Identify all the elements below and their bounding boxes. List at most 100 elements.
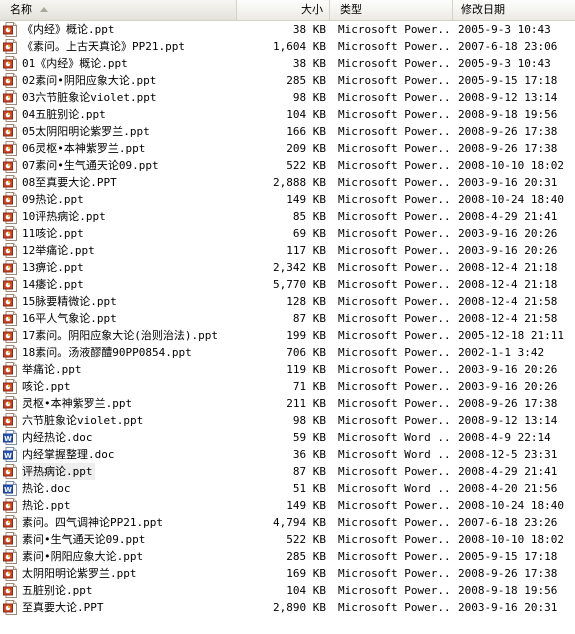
file-row[interactable]: 灵枢•本神紫罗兰.ppt 211 KB Microsoft Power... 2008… — [0, 395, 575, 412]
file-row[interactable]: 12举痛论.ppt 117 KB Microsoft Power... 2003-9-… — [0, 242, 575, 259]
file-row[interactable]: 太阴阳明论紫罗兰.ppt 169 KB Microsoft Power... 2008… — [0, 565, 575, 582]
file-modified-date: 2008-4-20 21:56 — [458, 482, 558, 495]
file-name-cell[interactable]: 咳论.ppt — [3, 378, 237, 395]
powerpoint-file-icon — [3, 498, 17, 513]
file-row[interactable]: 08至真要大论.PPT 2,888 KB Microsoft Power... 200… — [0, 174, 575, 191]
file-row[interactable]: 热论.ppt 149 KB Microsoft Power... 2008-10-24… — [0, 497, 575, 514]
file-name-cell[interactable]: W 热论.doc — [3, 480, 237, 497]
file-modified-date: 2008-12-4 21:58 — [458, 295, 558, 308]
file-row[interactable]: 《内经》概论.ppt 38 KB Microsoft Power... 2005-9-… — [0, 21, 575, 38]
file-name-cell[interactable]: 12举痛论.ppt — [3, 242, 237, 259]
sort-ascending-icon — [40, 7, 48, 12]
file-name-cell[interactable]: 灵枢•本神紫罗兰.ppt — [3, 395, 237, 412]
file-name-cell[interactable]: 06灵枢•本神紫罗兰.ppt — [3, 140, 237, 157]
file-row[interactable]: 咳论.ppt 71 KB Microsoft Power... 2003-9-16 2… — [0, 378, 575, 395]
powerpoint-file-icon — [3, 311, 17, 326]
file-type: Microsoft Power... — [338, 193, 453, 206]
file-name-cell[interactable]: 16平人气象论.ppt — [3, 310, 237, 327]
file-name-cell[interactable]: W 内经掌握整理.doc — [3, 446, 237, 463]
file-row[interactable]: 至真要大论.PPT 2,890 KB Microsoft Power... 2003-… — [0, 599, 575, 616]
file-name-cell[interactable]: 13痹论.ppt — [3, 259, 237, 276]
file-row[interactable]: 02素问•阴阳应象大论.ppt 285 KB Microsoft Power... 2… — [0, 72, 575, 89]
file-name-cell[interactable]: 02素问•阴阳应象大论.ppt — [3, 72, 237, 89]
column-header-name[interactable]: 名称 — [0, 0, 237, 20]
file-size: 104 KB — [286, 584, 326, 597]
file-type: Microsoft Power... — [338, 159, 453, 172]
file-name-cell[interactable]: 举痛论.ppt — [3, 361, 237, 378]
file-row[interactable]: 素问•生气通天论09.ppt 522 KB Microsoft Power... 20… — [0, 531, 575, 548]
file-name-cell[interactable]: 14痿论.ppt — [3, 276, 237, 293]
file-row[interactable]: 16平人气象论.ppt 87 KB Microsoft Power... 2008-1… — [0, 310, 575, 327]
file-name-cell[interactable]: 五脏别论.ppt — [3, 582, 237, 599]
powerpoint-file-icon — [3, 39, 17, 54]
file-name-cell[interactable]: W 内经热论.doc — [3, 429, 237, 446]
file-row[interactable]: 06灵枢•本神紫罗兰.ppt 209 KB Microsoft Power... 20… — [0, 140, 575, 157]
file-row[interactable]: 六节脏象论violet.ppt 98 KB Microsoft Power... 20… — [0, 412, 575, 429]
file-size: 69 KB — [292, 227, 326, 240]
file-name-cell[interactable]: 15脉要精微论.ppt — [3, 293, 237, 310]
file-name-cell[interactable]: 04五脏别论.ppt — [3, 106, 237, 123]
file-name-cell[interactable]: 至真要大论.PPT — [3, 599, 237, 616]
file-name-cell[interactable]: 《内经》概论.ppt — [3, 21, 237, 38]
file-name-cell[interactable]: 03六节脏象论violet.ppt — [3, 89, 237, 106]
powerpoint-file-icon — [3, 566, 17, 581]
file-row[interactable]: W 内经掌握整理.doc 36 KB Microsoft Word ... 2008-1… — [0, 446, 575, 463]
file-name-cell[interactable]: 素问。四气调神论PP21.ppt — [3, 514, 237, 531]
file-name-cell[interactable]: 素问•生气通天论09.ppt — [3, 531, 237, 548]
file-row[interactable]: 举痛论.ppt 119 KB Microsoft Power... 2003-9-16… — [0, 361, 575, 378]
file-row[interactable]: 《素问。上古天真论》PP21.ppt 1,604 KB Microsoft Powe… — [0, 38, 575, 55]
file-name-cell[interactable]: 《素问。上古天真论》PP21.ppt — [3, 38, 237, 55]
file-name-cell[interactable]: 18素问。汤液醪醴90PP0854.ppt — [3, 344, 237, 361]
file-size: 706 KB — [286, 346, 326, 359]
svg-text:W: W — [4, 435, 12, 443]
column-header-date[interactable]: 修改日期 — [453, 0, 575, 20]
file-size: 209 KB — [286, 142, 326, 155]
word-document-icon: W — [3, 481, 17, 496]
file-name-cell[interactable]: 素问•阴阳应象大论.ppt — [3, 548, 237, 565]
file-row[interactable]: 13痹论.ppt 2,342 KB Microsoft Power... 2008-1… — [0, 259, 575, 276]
file-name-cell[interactable]: 11咳论.ppt — [3, 225, 237, 242]
file-name-cell[interactable]: 01《内经》概论.ppt — [3, 55, 237, 72]
file-name-cell[interactable]: 08至真要大论.PPT — [3, 174, 237, 191]
file-row[interactable]: W 热论.doc 51 KB Microsoft Word ... 2008-4-20 … — [0, 480, 575, 497]
file-name: 灵枢•本神紫罗兰.ppt — [22, 397, 133, 410]
file-name-cell[interactable]: 10评热病论.ppt — [3, 208, 237, 225]
file-row[interactable]: 10评热病论.ppt 85 KB Microsoft Power... 2008-4-… — [0, 208, 575, 225]
file-row[interactable]: 15脉要精微论.ppt 128 KB Microsoft Power... 2008-… — [0, 293, 575, 310]
column-header-size[interactable]: 大小 — [237, 0, 330, 20]
file-row[interactable]: 五脏别论.ppt 104 KB Microsoft Power... 2008-9-1… — [0, 582, 575, 599]
column-header-type[interactable]: 类型 — [330, 0, 453, 20]
file-name-cell[interactable]: 六节脏象论violet.ppt — [3, 412, 237, 429]
file-name-cell[interactable]: 09热论.ppt — [3, 191, 237, 208]
file-name-cell[interactable]: 热论.ppt — [3, 497, 237, 514]
file-name-cell[interactable]: 05太阴阳明论紫罗兰.ppt — [3, 123, 237, 140]
file-row[interactable]: W 内经热论.doc 59 KB Microsoft Word ... 2008-4-9… — [0, 429, 575, 446]
file-row[interactable]: 04五脏别论.ppt 104 KB Microsoft Power... 2008-9… — [0, 106, 575, 123]
file-row[interactable]: 评热病论.ppt 87 KB Microsoft Power... 2008-4-29… — [0, 463, 575, 480]
file-row[interactable]: 03六节脏象论violet.ppt 98 KB Microsoft Power...… — [0, 89, 575, 106]
file-row[interactable]: 09热论.ppt 149 KB Microsoft Power... 2008-10-… — [0, 191, 575, 208]
file-name: 07素问•生气通天论09.ppt — [22, 159, 159, 172]
file-row[interactable]: 07素问•生气通天论09.ppt 522 KB Microsoft Power...… — [0, 157, 575, 174]
file-row[interactable]: 素问。四气调神论PP21.ppt 4,794 KB Microsoft Power.… — [0, 514, 575, 531]
file-row[interactable]: 14痿论.ppt 5,770 KB Microsoft Power... 2008-1… — [0, 276, 575, 293]
file-row[interactable]: 05太阴阳明论紫罗兰.ppt 166 KB Microsoft Power... 20… — [0, 123, 575, 140]
file-name-cell[interactable]: 太阴阳明论紫罗兰.ppt — [3, 565, 237, 582]
file-modified-date: 2008-4-29 21:41 — [458, 465, 558, 478]
powerpoint-file-icon — [3, 413, 17, 428]
file-size: 166 KB — [286, 125, 326, 138]
powerpoint-file-icon — [3, 192, 17, 207]
file-type: Microsoft Power... — [338, 567, 453, 580]
file-name-cell[interactable]: 17素问。阴阳应象大论(治则治法).ppt — [3, 327, 237, 344]
file-row[interactable]: 01《内经》概论.ppt 38 KB Microsoft Power... 2005-… — [0, 55, 575, 72]
file-type: Microsoft Power... — [338, 465, 453, 478]
file-row[interactable]: 素问•阴阳应象大论.ppt 285 KB Microsoft Power... 200… — [0, 548, 575, 565]
file-row[interactable]: 17素问。阴阳应象大论(治则治法).ppt 199 KB Microsoft Pow… — [0, 327, 575, 344]
file-row[interactable]: 11咳论.ppt 69 KB Microsoft Power... 2003-9-16… — [0, 225, 575, 242]
powerpoint-file-icon — [3, 158, 17, 173]
file-name: 14痿论.ppt — [22, 278, 84, 291]
file-row[interactable]: 18素问。汤液醪醴90PP0854.ppt 706 KB Microsoft Pow… — [0, 344, 575, 361]
file-name-cell[interactable]: 评热病论.ppt — [3, 463, 237, 480]
powerpoint-file-icon — [3, 362, 17, 377]
file-name-cell[interactable]: 07素问•生气通天论09.ppt — [3, 157, 237, 174]
